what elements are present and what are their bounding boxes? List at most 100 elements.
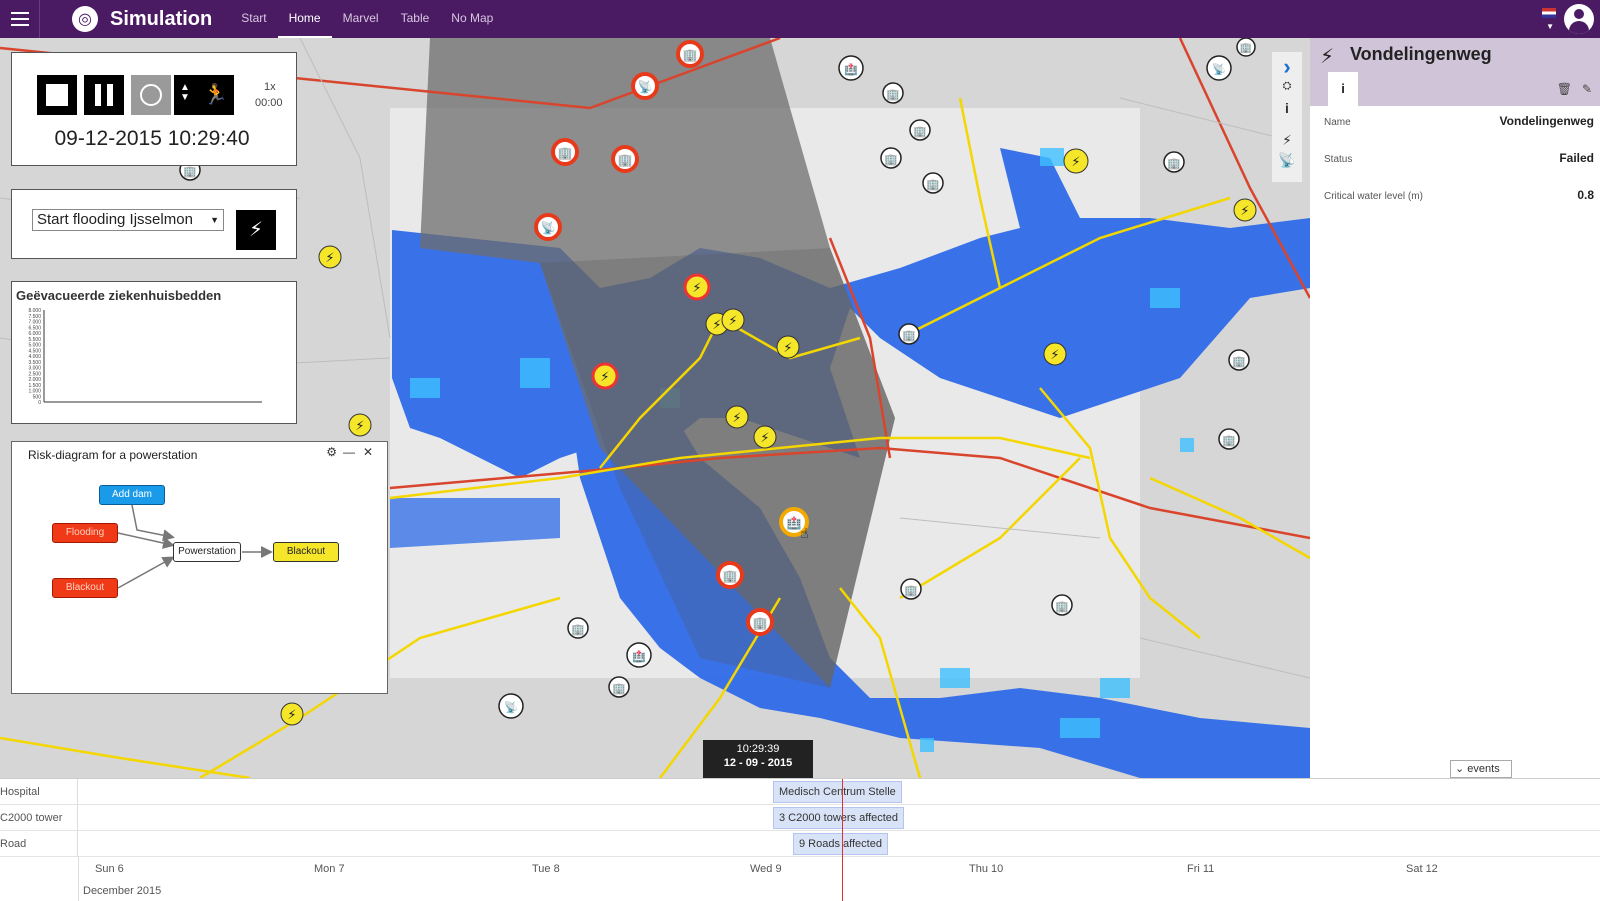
pause-button[interactable] (84, 75, 124, 115)
tab-info[interactable]: i (1328, 72, 1358, 106)
svg-text:🏢: 🏢 (904, 585, 918, 597)
timeline-day: Thu 10 (969, 863, 1004, 875)
node-powerstation[interactable]: Powerstation (173, 542, 241, 562)
svg-text:⚡: ⚡ (732, 410, 741, 425)
detail-title: Vondelingenweg (1350, 44, 1492, 64)
powerstation-icon: ⚡ (280, 702, 304, 726)
building-icon: 🏢 (1228, 349, 1250, 371)
powerstation-icon: ⚡ (721, 308, 745, 332)
timeline-row-hospital: Hospital Medisch Centrum Stelle (0, 779, 1600, 805)
detail-key: Status (1324, 154, 1353, 165)
hamburger-menu-icon[interactable] (0, 0, 40, 38)
scenario-select-value: Start flooding Ijsselmon (37, 211, 193, 228)
building-icon: 🏢 (1051, 594, 1073, 616)
svg-text:⚡: ⚡ (712, 317, 721, 332)
svg-text:🏢: 🏢 (1240, 42, 1252, 54)
powerstation-icon: ⚡ (318, 245, 342, 269)
node-blackout-input[interactable]: Blackout (52, 578, 118, 598)
failed-building-icon: 🏢 (551, 138, 579, 166)
svg-text:⚡: ⚡ (287, 707, 296, 722)
minimize-icon[interactable]: — (343, 445, 355, 459)
svg-text:📡: 📡 (638, 79, 653, 94)
svg-text:🏢: 🏢 (618, 153, 633, 167)
building-icon: 🏢 (1236, 38, 1256, 57)
app-title: Simulation (110, 7, 213, 30)
feature-detail-panel: ⚡ Vondelingenweg i 🗑 ✎ Name Vondelingenw… (1310, 38, 1600, 778)
language-flag-icon[interactable] (1542, 8, 1556, 18)
layers-icon[interactable]: ⛭ (1272, 80, 1302, 93)
powerstation-icon: ⚡ (776, 335, 800, 359)
trash-icon[interactable]: 🗑 (1557, 82, 1572, 96)
chevron-down-icon: ▼ (210, 215, 219, 225)
powerstation-icon: ⚡ (1063, 148, 1089, 174)
timeline-day: Mon 7 (314, 863, 345, 875)
timeline-cursor[interactable] (842, 779, 843, 901)
detail-row-name: Name Vondelingenweg (1324, 114, 1594, 134)
chevron-down-icon[interactable]: ▼ (1546, 22, 1554, 31)
timeline[interactable]: Hospital Medisch Centrum Stelle C2000 to… (0, 778, 1600, 901)
expand-panel-icon[interactable]: › (1272, 54, 1302, 80)
speed-control-button[interactable]: ▲ ▼ 🏃 (174, 75, 234, 115)
detail-value: Vondelingenweg (1499, 114, 1594, 128)
svg-text:⚡: ⚡ (1071, 154, 1080, 169)
node-flooding[interactable]: Flooding (52, 523, 118, 543)
powerstation-icon: ⚡ (591, 362, 619, 390)
lightning-icon: ⚡ (1320, 46, 1335, 68)
detail-value: Failed (1559, 151, 1594, 165)
simulation-controls-panel: ▲ ▼ 🏃 1x 00:00 09-12-2015 10:29:40 (11, 52, 297, 166)
timeline-event[interactable]: 9 Roads affected (793, 833, 888, 855)
failed-building-icon: 🏢 (611, 145, 639, 173)
tab-start[interactable]: Start (230, 0, 277, 38)
failed-building-icon: 🏢 (716, 561, 744, 589)
timeline-day: Sat 12 (1406, 863, 1438, 875)
detail-key: Critical water level (m) (1324, 191, 1423, 202)
svg-text:🏢: 🏢 (571, 624, 585, 636)
scenario-select[interactable]: Start flooding Ijsselmon ▼ (32, 209, 224, 231)
edit-icon[interactable]: ✎ (1582, 82, 1592, 96)
powerstation-icon: ⚡ (753, 425, 777, 449)
tab-marvel[interactable]: Marvel (332, 0, 390, 38)
timeline-row-label: Road (0, 831, 78, 857)
svg-text:⚡: ⚡ (1240, 203, 1249, 218)
node-add-dam[interactable]: Add dam (99, 485, 165, 505)
timeline-day: Fri 11 (1187, 863, 1215, 875)
tower-tool-icon[interactable]: 📡 (1272, 152, 1302, 169)
stop-button[interactable] (37, 75, 77, 115)
user-avatar[interactable] (1564, 4, 1594, 34)
building-icon: 🏢 (880, 147, 902, 169)
node-blackout-output[interactable]: Blackout (273, 542, 339, 562)
risk-diagram-panel: Risk-diagram for a powerstation ⚙ — ✕ Ad… (11, 441, 388, 694)
building-icon: 🏢 (608, 676, 630, 698)
close-icon[interactable]: ✕ (363, 445, 373, 459)
svg-text:🏢: 🏢 (886, 89, 900, 101)
powerstation-icon: ⚡ (1043, 342, 1067, 366)
powerstation-icon: ⚡ (683, 273, 711, 301)
building-icon: 🏢 (882, 82, 904, 104)
chart-title: Geëvacueerde ziekenhuisbedden (16, 288, 222, 303)
building-icon: 🏢 (567, 617, 589, 639)
tab-table[interactable]: Table (390, 0, 441, 38)
svg-text:⚡: ⚡ (760, 430, 769, 445)
scenario-panel: Start flooding Ijsselmon ▼ ⚡ (11, 189, 297, 259)
events-toggle-button[interactable]: ⌄ events (1450, 760, 1512, 778)
tab-no-map[interactable]: No Map (440, 0, 504, 38)
info-icon[interactable]: i (1272, 100, 1302, 116)
run-scenario-button[interactable]: ⚡ (236, 210, 276, 250)
svg-text:⚡: ⚡ (692, 280, 701, 295)
svg-text:🏢: 🏢 (612, 683, 626, 695)
building-icon: 🏢 (898, 323, 920, 345)
timeline-event[interactable]: Medisch Centrum Stelle (773, 781, 902, 803)
timeline-row-c2000: C2000 tower 3 C2000 towers affected (0, 805, 1600, 831)
building-icon: 🏢 (909, 119, 931, 141)
timeline-tooltip: 10:29:39 12 - 09 - 2015 (703, 740, 813, 784)
svg-text:🏥: 🏥 (844, 63, 858, 76)
svg-text:🏢: 🏢 (1222, 435, 1236, 447)
runner-icon: 🏃 (203, 84, 228, 106)
timeline-month: December 2015 (83, 885, 162, 897)
tab-home[interactable]: Home (277, 0, 332, 38)
play-button[interactable] (131, 75, 171, 115)
gear-icon[interactable]: ⚙ (326, 445, 337, 459)
main-nav: Start Home Marvel Table No Map (230, 0, 504, 38)
lightning-icon[interactable]: ⚡ (1272, 132, 1302, 149)
timeline-event[interactable]: 3 C2000 towers affected (773, 807, 905, 829)
